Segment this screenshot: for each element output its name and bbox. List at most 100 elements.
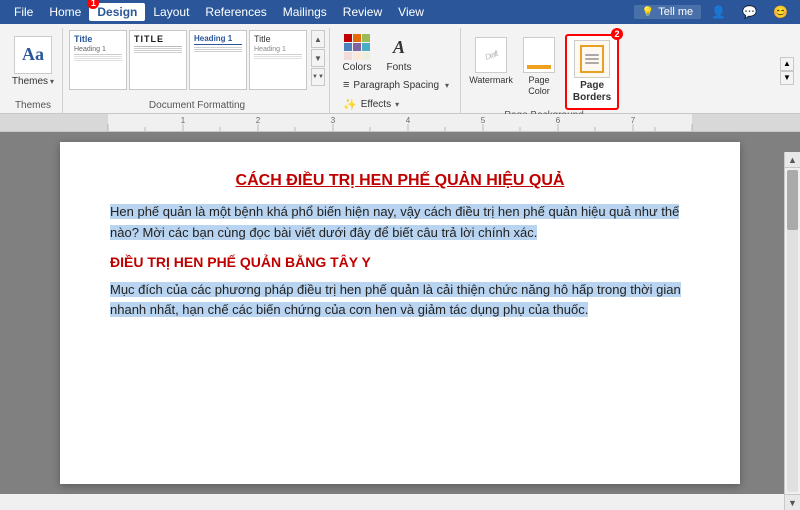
color-sq-5 — [353, 43, 361, 51]
tell-me-label: Tell me — [658, 6, 693, 18]
style-gallery: Title Heading 1 TITLE Heading 1 — [69, 30, 325, 100]
menu-view[interactable]: View — [390, 3, 432, 21]
document-paragraph-1: Hen phế quản là một bệnh khá phổ biến hi… — [110, 202, 690, 244]
page-borders-label: Page Borders — [571, 80, 613, 104]
style-thumb-1[interactable]: Title Heading 1 — [69, 30, 127, 90]
scroll-track — [787, 170, 798, 492]
page-color-button[interactable]: Page Color — [517, 34, 561, 100]
style-thumb-4-line3 — [254, 58, 302, 59]
style-thumb-1-line2 — [74, 56, 122, 57]
page-color-bar — [527, 65, 551, 69]
page-bg-content: Draft Watermark Page Color 2 — [469, 30, 619, 110]
colors-fonts-section: Colors A Fonts ≡ Paragraph Spacing ▾ ✨ E… — [332, 28, 461, 113]
page-borders-inner — [580, 45, 604, 73]
paragraph-spacing-label: Paragraph Spacing — [353, 80, 439, 91]
svg-text:5: 5 — [481, 116, 486, 125]
style-thumb-2-title: TITLE — [134, 34, 182, 44]
ruler: 1 2 3 4 5 6 7 — [0, 114, 800, 132]
watermark-button[interactable]: Draft Watermark — [469, 34, 513, 89]
style-thumb-4-sub: Heading 1 — [254, 46, 302, 53]
style-nav-down[interactable]: ▼ — [311, 49, 325, 67]
style-thumb-2-line4 — [134, 52, 182, 53]
themes-section: Aa Themes ▾ Themes — [4, 28, 63, 113]
style-thumb-1-line3 — [74, 58, 122, 59]
ribbon-scroll: ▲ ▼ — [780, 28, 796, 113]
style-thumb-2-line3 — [134, 50, 182, 51]
menu-design[interactable]: 1 Design — [89, 3, 145, 21]
colors-label: Colors — [343, 62, 372, 73]
document-page: CÁCH ĐIỀU TRỊ HEN PHẾ QUẢN HIỆU QUẢ Hen … — [60, 142, 740, 484]
style-thumb-4[interactable]: Title Heading 1 — [249, 30, 307, 90]
tell-me-input[interactable]: 💡 Tell me — [634, 5, 701, 19]
menu-file[interactable]: File — [6, 3, 41, 21]
ribbon-scroll-up[interactable]: ▲ — [780, 57, 794, 71]
emoji-icon[interactable]: 😊 — [767, 3, 794, 21]
scroll-up-button[interactable]: ▲ — [785, 152, 800, 168]
colors-grid — [344, 34, 370, 60]
chat-icon[interactable]: 💬 — [736, 3, 763, 21]
pb-line-2 — [585, 58, 599, 60]
fonts-label: Fonts — [386, 62, 411, 73]
style-thumb-3[interactable]: Heading 1 — [189, 30, 247, 90]
themes-icon: Aa — [14, 36, 52, 74]
themes-label: Themes — [12, 76, 48, 87]
page-borders-icon — [574, 40, 610, 78]
effects-icon: ✨ — [343, 98, 357, 111]
pb-line-3 — [585, 62, 599, 64]
page-background-section: Draft Watermark Page Color 2 — [463, 28, 625, 113]
style-thumb-2-line1 — [134, 46, 182, 47]
menu-right-group: 💡 Tell me 👤 💬 😊 — [634, 3, 794, 21]
color-sq-4 — [344, 43, 352, 51]
document-paragraph-2: Mục đích của các phương pháp điều trị he… — [110, 280, 690, 322]
ribbon-scroll-down[interactable]: ▼ — [780, 71, 794, 85]
color-sq-9 — [362, 52, 370, 60]
paragraph-2-highlighted: Mục đích của các phương pháp điều trị he… — [110, 282, 681, 318]
menu-review[interactable]: Review — [335, 3, 390, 21]
document-area: CÁCH ĐIỀU TRỊ HEN PHẾ QUẢN HIỆU QUẢ Hen … — [0, 132, 800, 494]
style-thumb-1-line4 — [74, 60, 122, 61]
lightbulb-icon: 💡 — [642, 7, 654, 18]
themes-dropdown-arrow: ▾ — [50, 77, 54, 86]
svg-text:1: 1 — [181, 116, 186, 125]
user-icon[interactable]: 👤 — [705, 3, 732, 21]
page-color-icon — [523, 37, 555, 73]
colors-button[interactable]: Colors — [338, 30, 376, 76]
paragraph-spacing-button[interactable]: ≡ Paragraph Spacing ▾ — [338, 76, 454, 94]
menu-layout[interactable]: Layout — [145, 3, 197, 21]
style-thumb-2[interactable]: TITLE — [129, 30, 187, 90]
paragraph-spacing-arrow: ▾ — [445, 81, 449, 90]
menu-bar: File Home 1 Design Layout References Mai… — [0, 0, 800, 24]
page-borders-container: 2 Page Borders — [565, 34, 619, 110]
color-sq-2 — [353, 34, 361, 42]
svg-text:4: 4 — [406, 116, 411, 125]
style-thumb-3-title: Heading 1 — [194, 34, 242, 45]
page-color-label: Page Color — [520, 75, 558, 97]
page-borders-button[interactable]: Page Borders — [565, 34, 619, 110]
style-thumb-2-line2 — [134, 48, 182, 49]
paragraph-spacing-icon: ≡ — [343, 79, 349, 91]
menu-home[interactable]: Home — [41, 3, 89, 21]
page-borders-lines — [585, 54, 599, 64]
doc-formatting-section: Title Heading 1 TITLE Heading 1 — [65, 28, 330, 113]
fonts-icon: A — [385, 33, 413, 61]
colors-icon — [343, 33, 371, 61]
style-thumb-4-line1 — [254, 54, 302, 55]
effects-arrow: ▾ — [395, 100, 399, 109]
doc-formatting-label: Document Formatting — [69, 100, 325, 113]
menu-mailings[interactable]: Mailings — [275, 3, 335, 21]
themes-button[interactable]: Aa Themes ▾ — [8, 30, 58, 92]
document-title: CÁCH ĐIỀU TRỊ HEN PHẾ QUẢN HIỆU QUẢ — [110, 172, 690, 190]
effects-button[interactable]: ✨ Effects ▾ — [338, 95, 454, 114]
style-nav: ▲ ▼ ▼▼ — [311, 30, 325, 86]
scroll-thumb[interactable] — [787, 170, 798, 230]
style-thumb-3-line3 — [194, 51, 242, 52]
svg-text:3: 3 — [331, 116, 336, 125]
fonts-button[interactable]: A Fonts — [380, 30, 418, 76]
themes-section-label: Themes — [15, 100, 51, 113]
color-sq-8 — [353, 52, 361, 60]
style-nav-more[interactable]: ▼▼ — [311, 68, 325, 86]
effects-label: Effects — [361, 99, 391, 110]
menu-references[interactable]: References — [197, 3, 274, 21]
pb-line-1 — [585, 54, 599, 56]
style-nav-up[interactable]: ▲ — [311, 30, 325, 48]
